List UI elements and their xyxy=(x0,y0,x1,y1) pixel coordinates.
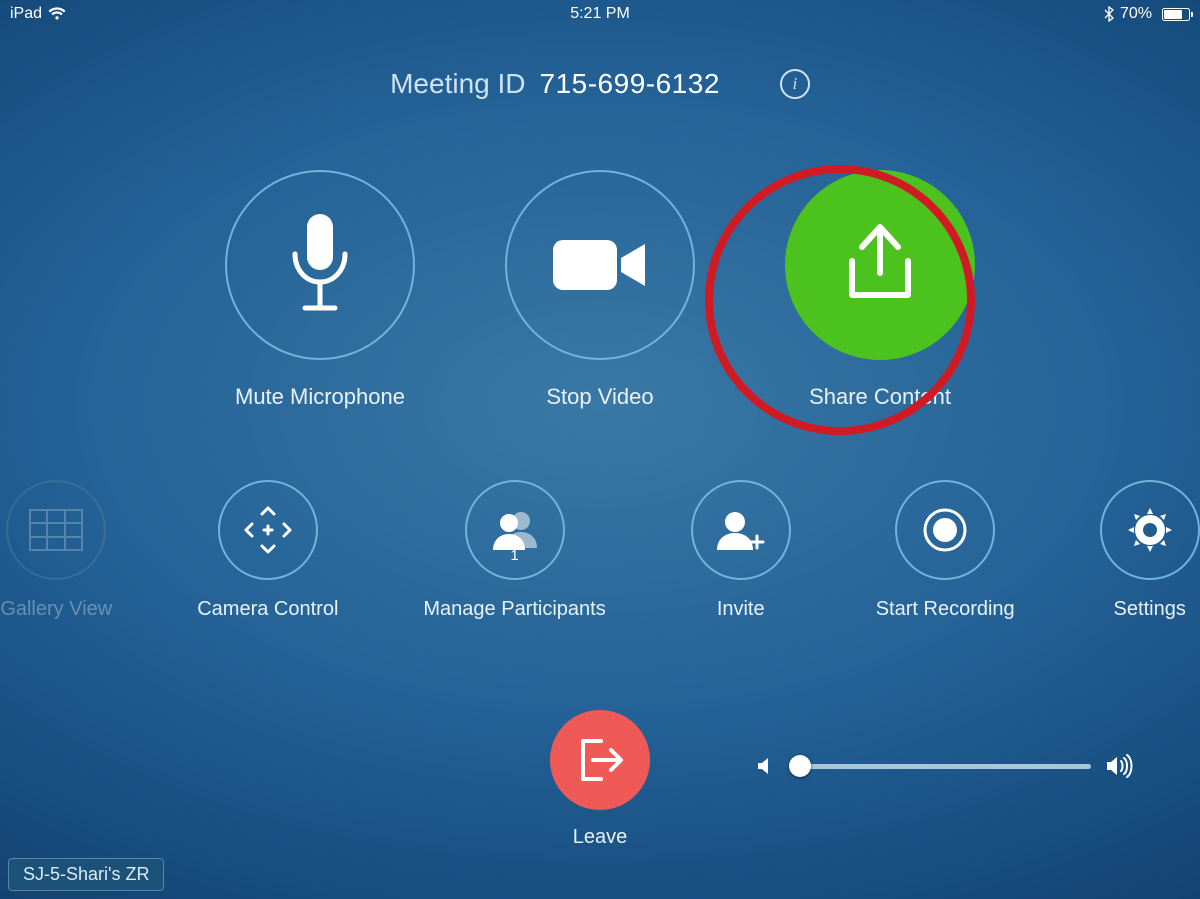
volume-control[interactable] xyxy=(755,754,1133,778)
secondary-actions: Gallery View Camera Control xyxy=(0,480,1200,621)
battery-icon xyxy=(1158,8,1190,21)
record-icon xyxy=(920,505,970,555)
device-name: iPad xyxy=(10,5,42,23)
mute-label: Mute Microphone xyxy=(235,384,405,410)
meeting-header: Meeting ID 715-699-6132 i xyxy=(0,68,1200,100)
clock: 5:21 PM xyxy=(570,5,630,23)
manage-participants-label: Manage Participants xyxy=(423,598,605,621)
status-bar: iPad 5:21 PM 70% xyxy=(0,0,1200,28)
battery-percent: 70% xyxy=(1120,5,1152,23)
meeting-id-label: Meeting ID xyxy=(390,68,525,100)
volume-high-icon xyxy=(1105,754,1133,778)
settings-button[interactable]: Settings xyxy=(1100,480,1200,621)
share-content-button[interactable]: Share Content xyxy=(785,170,975,410)
start-recording-label: Start Recording xyxy=(876,598,1015,621)
mute-microphone-button[interactable]: Mute Microphone xyxy=(225,170,415,410)
invite-label: Invite xyxy=(717,598,765,621)
settings-label: Settings xyxy=(1114,598,1186,621)
participants-icon xyxy=(487,508,543,552)
camera-control-button[interactable]: Camera Control xyxy=(197,480,338,621)
exit-icon xyxy=(573,735,627,785)
gallery-view-button: Gallery View xyxy=(0,480,112,621)
wifi-icon xyxy=(48,7,66,21)
camera-control-label: Camera Control xyxy=(197,598,338,621)
room-name-tag: SJ-5-Shari's ZR xyxy=(8,858,164,891)
info-icon[interactable]: i xyxy=(780,69,810,99)
participants-count: 1 xyxy=(510,547,518,564)
start-recording-button[interactable]: Start Recording xyxy=(876,480,1015,621)
volume-slider-track[interactable] xyxy=(791,764,1091,769)
leave-button[interactable]: Leave xyxy=(550,710,650,849)
microphone-icon xyxy=(285,210,355,320)
meeting-id-value: 715-699-6132 xyxy=(540,68,720,100)
grid-icon xyxy=(29,509,83,551)
stop-video-button[interactable]: Stop Video xyxy=(505,170,695,410)
pan-icon xyxy=(238,500,298,560)
bluetooth-icon xyxy=(1104,6,1114,22)
video-camera-icon xyxy=(545,230,655,300)
invite-icon xyxy=(713,508,769,552)
share-content-label: Share Content xyxy=(809,384,951,410)
primary-actions: Mute Microphone Stop Video Share Content xyxy=(0,170,1200,410)
gallery-view-label: Gallery View xyxy=(0,598,112,621)
gear-icon xyxy=(1125,505,1175,555)
invite-button[interactable]: Invite xyxy=(691,480,791,621)
stop-video-label: Stop Video xyxy=(546,384,653,410)
volume-low-icon xyxy=(755,755,777,777)
manage-participants-button[interactable]: 1 Manage Participants xyxy=(423,480,605,621)
leave-label: Leave xyxy=(573,826,628,849)
share-icon xyxy=(830,215,930,315)
volume-slider-thumb[interactable] xyxy=(789,755,811,777)
